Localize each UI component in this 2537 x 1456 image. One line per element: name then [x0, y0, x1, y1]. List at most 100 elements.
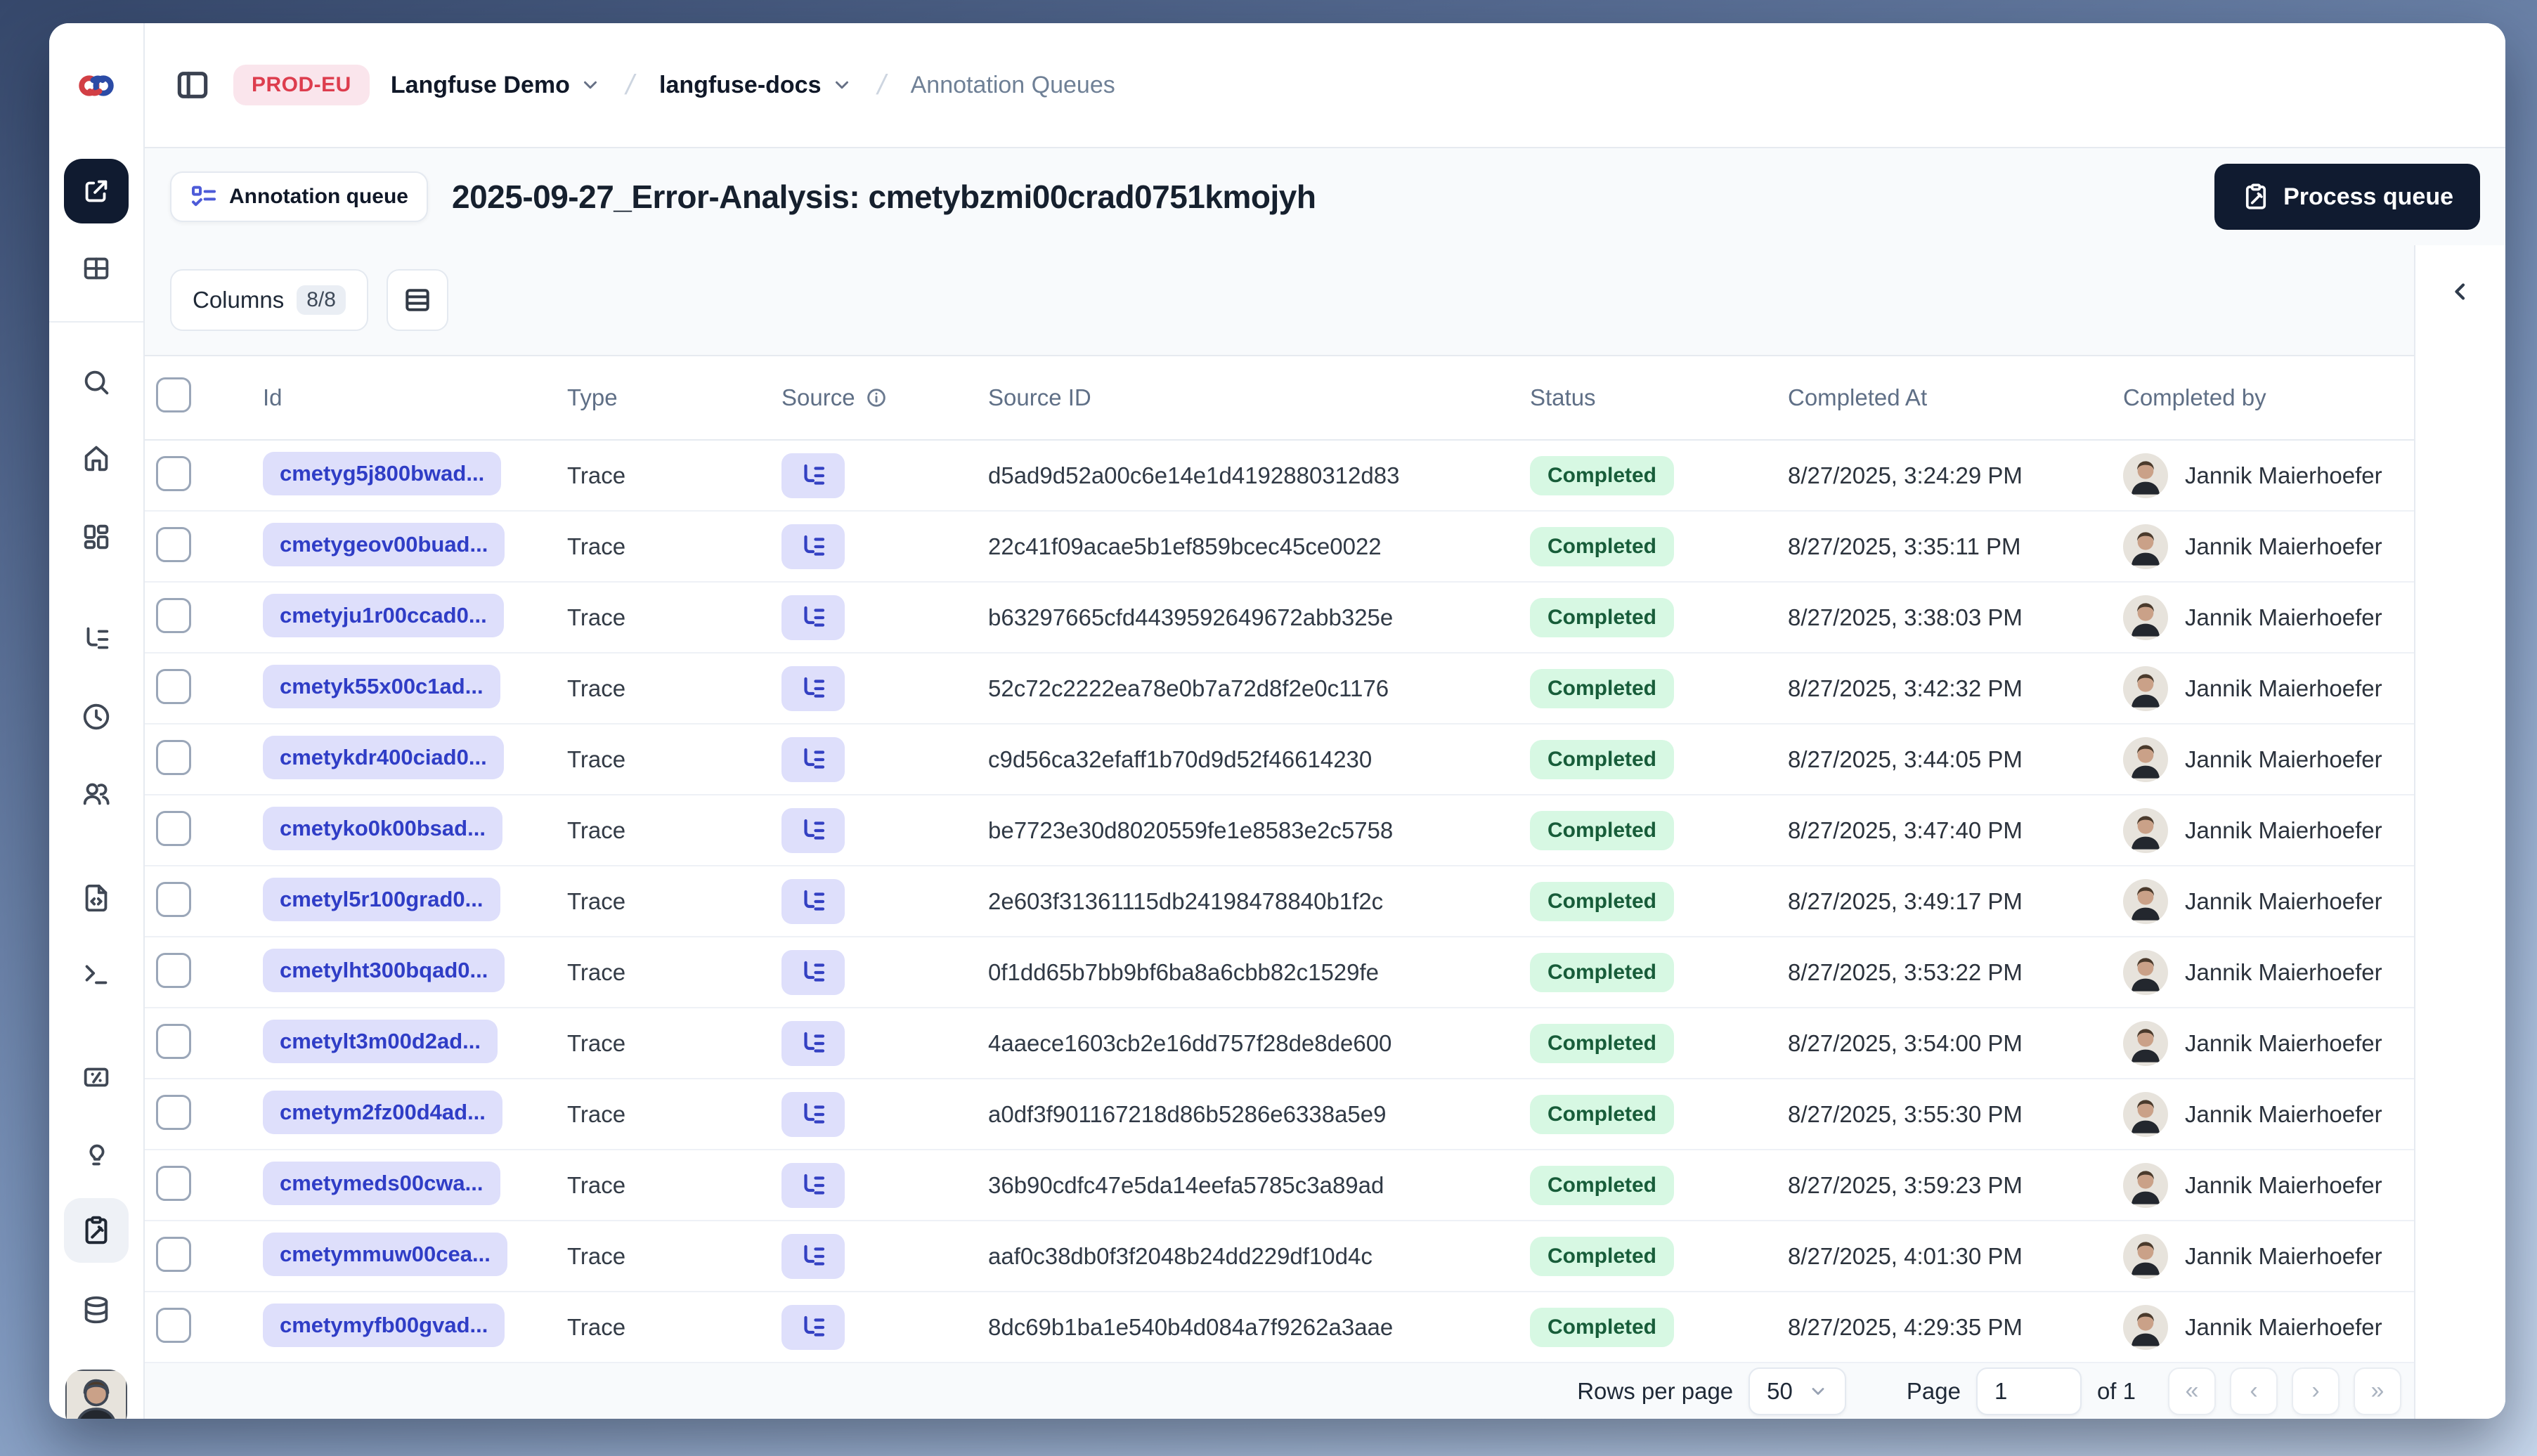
source-trace-button[interactable]	[781, 736, 845, 782]
sidebar-item-dashboards[interactable]	[80, 521, 112, 553]
row-height-button[interactable]	[386, 269, 448, 331]
sidebar-item-tables[interactable]	[80, 252, 112, 285]
column-header-type: Type	[567, 384, 618, 410]
chevron-down-icon	[835, 81, 848, 89]
sidebar-divider	[49, 321, 143, 323]
sidebar-item-datasets[interactable]	[80, 1294, 112, 1326]
source-id: a0df3f901167218d86b5286e6338a5e9	[988, 1100, 1387, 1127]
completed-at: 8/27/2025, 4:01:30 PM	[1788, 1242, 2023, 1269]
table-row[interactable]: cmetyko0k00bsad... Trace be7723e30d80205…	[145, 795, 2414, 866]
source-trace-button[interactable]	[781, 1020, 845, 1066]
item-id-link[interactable]: cmetymyfb00gvad...	[263, 1304, 505, 1347]
status-badge: Completed	[1530, 1307, 1675, 1347]
sidebar-item-playground[interactable]	[80, 957, 112, 989]
sidebar-item-users[interactable]	[80, 778, 112, 810]
table-row[interactable]: cmetyl5r100grad0... Trace 2e603f31361115…	[145, 866, 2414, 937]
row-checkbox[interactable]	[156, 456, 191, 491]
row-checkbox[interactable]	[156, 1166, 191, 1201]
sidebar-item-sessions[interactable]	[80, 701, 112, 733]
columns-button[interactable]: Columns 8/8	[170, 269, 368, 331]
source-trace-button[interactable]	[781, 878, 845, 924]
item-id-link[interactable]: cmetymmuw00cea...	[263, 1233, 507, 1276]
row-checkbox[interactable]	[156, 953, 191, 988]
sidebar-item-home[interactable]	[80, 442, 112, 474]
completed-at: 8/27/2025, 4:29:35 PM	[1788, 1313, 2023, 1340]
table-row[interactable]: cmetyk55x00c1ad... Trace 52c72c2222ea78e…	[145, 654, 2414, 724]
source-trace-button[interactable]	[781, 1233, 845, 1279]
table-row[interactable]: cmetym2fz00d4ad... Trace a0df3f901167218…	[145, 1079, 2414, 1150]
completed-by-name: Jannik Maierhoefer	[2185, 675, 2382, 701]
item-id-link[interactable]: cmetyk55x00c1ad...	[263, 665, 500, 708]
select-all-checkbox[interactable]	[156, 377, 191, 412]
breadcrumb-org[interactable]: Langfuse Demo	[391, 72, 601, 99]
table-row[interactable]: cmetymyfb00gvad... Trace 8dc69b1ba1e540b…	[145, 1292, 2414, 1363]
item-id-link[interactable]: cmetyju1r00ccad0...	[263, 594, 504, 637]
table-header-row: Id Type Source Source ID Status Complete…	[145, 356, 2414, 441]
row-checkbox[interactable]	[156, 1095, 191, 1130]
row-checkbox[interactable]	[156, 1308, 191, 1343]
table-row[interactable]: cmetylht300bqad0... Trace 0f1dd65b7bb9bf…	[145, 937, 2414, 1008]
table-toolbar: Columns 8/8	[145, 245, 2414, 355]
row-checkbox[interactable]	[156, 811, 191, 846]
table-row[interactable]: cmetyju1r00ccad0... Trace b63297665cfd44…	[145, 583, 2414, 654]
sidebar-item-annotation-queues[interactable]	[64, 1198, 129, 1263]
process-queue-button[interactable]: Process queue	[2214, 164, 2480, 230]
completed-at: 8/27/2025, 3:49:17 PM	[1788, 888, 2023, 914]
first-page-button[interactable]: «	[2168, 1367, 2216, 1415]
sidebar-item-evaluation[interactable]	[80, 1061, 112, 1093]
table-row[interactable]: cmetykdr400ciad0... Trace c9d56ca32efaff…	[145, 724, 2414, 795]
source-trace-button[interactable]	[781, 453, 845, 498]
sidebar-item-suggestions[interactable]	[80, 1138, 112, 1171]
source-trace-button[interactable]	[781, 1162, 845, 1208]
table-row[interactable]: cmetymeds00cwa... Trace 36b90cdfc47e5da1…	[145, 1150, 2414, 1221]
sidebar-item-open-external[interactable]	[64, 159, 129, 223]
row-checkbox[interactable]	[156, 669, 191, 704]
last-page-button[interactable]: »	[2354, 1367, 2401, 1415]
item-id-link[interactable]: cmetym2fz00d4ad...	[263, 1091, 502, 1134]
breadcrumb-project[interactable]: langfuse-docs	[659, 72, 852, 99]
item-id-link[interactable]: cmetymeds00cwa...	[263, 1162, 500, 1205]
source-trace-button[interactable]	[781, 1091, 845, 1137]
item-id-link[interactable]: cmetylht300bqad0...	[263, 949, 505, 992]
avatar-photo	[2123, 665, 2168, 711]
sidebar-item-tracing[interactable]	[80, 623, 112, 656]
table-row[interactable]: cmetyg5j800bwad... Trace d5ad9d52a00c6e1…	[145, 441, 2414, 512]
item-id-link[interactable]: cmetyko0k00bsad...	[263, 807, 502, 850]
source-trace-button[interactable]	[781, 524, 845, 569]
list-tree-icon	[804, 464, 825, 485]
next-page-button[interactable]: ›	[2292, 1367, 2340, 1415]
source-trace-button[interactable]	[781, 949, 845, 995]
item-id-link[interactable]: cmetyg5j800bwad...	[263, 452, 502, 495]
list-tree-icon	[804, 819, 825, 840]
source-trace-button[interactable]	[781, 1304, 845, 1350]
item-type: Trace	[567, 1171, 626, 1198]
table-row[interactable]: cmetymmuw00cea... Trace aaf0c38db0f3f204…	[145, 1221, 2414, 1292]
table-row[interactable]: cmetygeov00buad... Trace 22c41f09acae5b1…	[145, 512, 2414, 583]
item-id-link[interactable]: cmetygeov00buad...	[263, 523, 505, 566]
row-checkbox[interactable]	[156, 882, 191, 917]
user-avatar[interactable]	[65, 1370, 127, 1419]
row-checkbox[interactable]	[156, 598, 191, 633]
row-checkbox[interactable]	[156, 740, 191, 775]
content-row: Columns 8/8 Id Type Source Source ID Sta…	[145, 245, 2505, 1419]
previous-page-button[interactable]: ‹	[2230, 1367, 2278, 1415]
rows-per-page-select[interactable]: 50	[1748, 1367, 1846, 1415]
status-badge: Completed	[1530, 1165, 1675, 1205]
column-header-completed-at: Completed At	[1788, 384, 1928, 410]
source-trace-button[interactable]	[781, 594, 845, 640]
source-trace-button[interactable]	[781, 807, 845, 853]
row-checkbox[interactable]	[156, 1237, 191, 1272]
sidebar-item-prompts[interactable]	[80, 882, 112, 914]
table-row[interactable]: cmetylt3m00d2ad... Trace 4aaece1603cb2e1…	[145, 1008, 2414, 1079]
sidebar-toggle-button[interactable]	[173, 65, 212, 105]
item-id-link[interactable]: cmetyl5r100grad0...	[263, 878, 500, 921]
item-id-link[interactable]: cmetykdr400ciad0...	[263, 736, 504, 779]
collapse-panel-button[interactable]	[2439, 271, 2481, 313]
row-checkbox[interactable]	[156, 527, 191, 562]
page-number-input[interactable]: 1	[1975, 1367, 2082, 1415]
completed-at: 8/27/2025, 3:55:30 PM	[1788, 1100, 2023, 1127]
source-trace-button[interactable]	[781, 665, 845, 711]
item-id-link[interactable]: cmetylt3m00d2ad...	[263, 1020, 498, 1063]
sidebar-item-search[interactable]	[80, 366, 112, 398]
row-checkbox[interactable]	[156, 1024, 191, 1059]
